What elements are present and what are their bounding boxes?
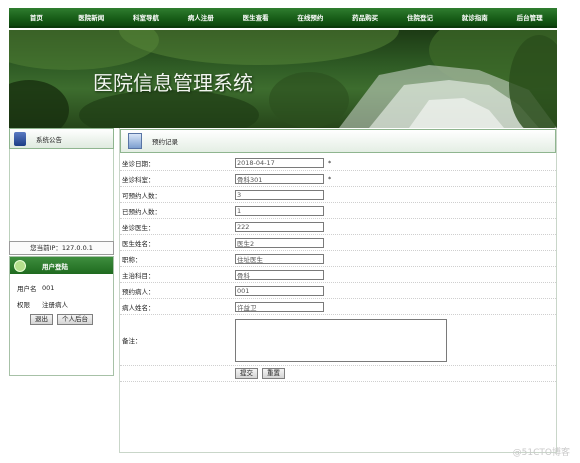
required-mark: * [328,174,332,183]
patient-name-field[interactable] [235,301,324,312]
nav-doctor-view[interactable]: 医生查看 [228,8,283,26]
main-content: 预约记录 坐诊日期： * 坐诊科室： * 可预约人数： 已预约人数： 坐诊医生：… [119,128,557,453]
patient-id-field[interactable] [235,285,324,296]
visit-date-field[interactable] [235,157,324,168]
username-value: 001 [42,284,55,292]
form-row-specialty: 主治科目： [120,267,556,283]
nav-inpatient-register[interactable]: 住院登记 [393,8,448,26]
title-label: 职称： [122,255,142,264]
reset-button[interactable]: 重置 [262,368,285,379]
watermark-text: @51CTO博客 [512,448,570,458]
nav-admin[interactable]: 后台管理 [502,8,557,26]
form-row-patient-name: 病人姓名： [120,299,556,315]
left-sidebar: 系统公告 [9,128,114,254]
submit-button[interactable]: 提交 [235,368,258,379]
doctor-id-label: 坐诊医生： [122,223,155,232]
booked-count-field[interactable] [235,205,324,216]
form-actions: 提交 重置 [120,366,556,382]
form-row-visit-date: 坐诊日期： * [120,155,556,171]
required-mark: * [328,158,332,167]
remark-label: 备注： [122,337,142,345]
capacity-field[interactable] [235,189,324,200]
username-label: 用户名 [17,285,37,293]
notice-content-area [9,149,114,254]
doctor-name-field[interactable] [235,237,324,248]
site-title: 医院信息管理系统 [93,71,253,95]
role-row: 权限 注册病人 [10,296,113,312]
personal-backend-button[interactable]: 个人后台 [57,314,93,325]
remark-textarea[interactable] [235,318,447,362]
nav-medicine-purchase[interactable]: 药品购买 [338,8,393,26]
form-row-doctor-id: 坐诊医生： [120,219,556,235]
login-title: 用户登陆 [42,262,68,271]
form-row-title: 职称： [120,251,556,267]
title-field[interactable] [235,253,324,264]
user-login-panel: 用户登陆 用户名 001 权限 注册病人 退出 个人后台 [9,256,114,376]
nav-hospital-news[interactable]: 医院新闻 [64,8,119,26]
waterfall-scenery-image [9,30,557,128]
doctor-name-label: 医生姓名： [122,239,155,248]
notice-title: 系统公告 [36,135,62,144]
user-icon [14,259,26,272]
role-label: 权限 [17,301,30,309]
role-value: 注册病人 [42,301,68,309]
department-field[interactable] [235,173,324,184]
booking-record-title: 预约记录 [152,138,178,146]
header-banner: 医院信息管理系统 [9,30,557,128]
current-ip-display: 您当前IP：127.0.0.1 [9,241,114,255]
notice-icon [14,131,26,146]
doctor-id-field[interactable] [235,221,324,232]
capacity-label: 可预约人数： [122,191,161,200]
notice-panel-header: 系统公告 [9,128,114,149]
specialty-field[interactable] [235,269,324,280]
login-panel-header: 用户登陆 [10,257,113,274]
form-row-remark: 备注： [120,315,556,366]
nav-department-guide[interactable]: 科室导航 [119,8,174,26]
nav-patient-register[interactable]: 病人注册 [173,8,228,26]
login-actions: 退出 个人后台 [10,314,113,325]
booked-count-label: 已预约人数： [122,207,161,216]
form-row-booked-count: 已预约人数： [120,203,556,219]
top-navigation: 首页 医院新闻 科室导航 病人注册 医生查看 在线预约 药品购买 住院登记 就诊… [9,8,557,28]
nav-online-booking[interactable]: 在线预约 [283,8,338,26]
form-row-patient-id: 预约病人： [120,283,556,299]
visit-date-label: 坐诊日期： [122,159,155,168]
booking-record-header: 预约记录 [120,129,556,153]
patient-id-label: 预约病人： [122,287,155,296]
patient-name-label: 病人姓名： [122,303,155,312]
form-row-doctor-name: 医生姓名： [120,235,556,251]
form-row-capacity: 可预约人数： [120,187,556,203]
nav-home[interactable]: 首页 [9,8,64,26]
specialty-label: 主治科目： [122,271,155,280]
username-row: 用户名 001 [10,280,113,296]
nav-visit-guide[interactable]: 就诊指南 [447,8,502,26]
logout-button[interactable]: 退出 [30,314,53,325]
record-icon [128,133,142,149]
form-row-department: 坐诊科室： * [120,171,556,187]
department-label: 坐诊科室： [122,175,155,184]
